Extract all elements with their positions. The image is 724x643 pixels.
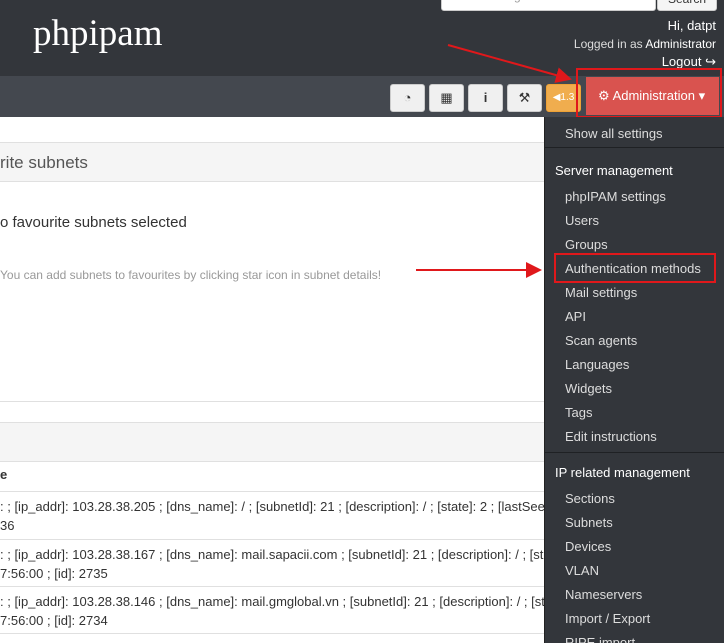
info-icon: i [483, 90, 488, 105]
menu-item-ripe-import[interactable]: RIPE import [565, 635, 635, 643]
user-role: Administrator [645, 37, 716, 51]
row-line: : ; [ip_addr]: 103.28.38.205 ; [dns_name… [0, 499, 545, 514]
menu-item-scan-agents[interactable]: Scan agents [565, 333, 637, 348]
menu-item-languages[interactable]: Languages [565, 357, 629, 372]
section-divider [0, 401, 545, 402]
menu-item-users[interactable]: Users [565, 213, 599, 228]
menu-item-show-all-settings[interactable]: Show all settings [565, 126, 663, 141]
administration-dropdown: Show all settings Server management phpI… [544, 117, 724, 643]
widgets-button[interactable]: ▦ [429, 84, 464, 112]
menu-item-subnets[interactable]: Subnets [565, 515, 613, 530]
menu-header-ip: IP related management [555, 465, 690, 480]
page: phpipam Search string Search Hi, datpt L… [0, 0, 724, 643]
dashboard-icon: ◔ [403, 90, 412, 105]
highlight-authentication-methods [554, 253, 716, 283]
table-row: : ; [ip_addr]: 103.28.38.146 ; [dns_name… [0, 586, 545, 634]
log-column-header: e [0, 467, 8, 482]
menu-item-phpipam-settings[interactable]: phpIPAM settings [565, 189, 666, 204]
row-line: 7:56:00 ; [id]: 2734 [0, 613, 108, 628]
menu-item-widgets[interactable]: Widgets [565, 381, 612, 396]
menu-item-mail-settings[interactable]: Mail settings [565, 285, 637, 300]
row-line: : ; [ip_addr]: 103.28.38.167 ; [dns_name… [0, 547, 544, 562]
logout-label: Logout [661, 54, 702, 69]
logged-in-info: Logged in as Administrator [574, 37, 716, 51]
logged-in-label: Logged in as [573, 37, 643, 51]
log-section-header [0, 422, 545, 462]
menu-item-groups[interactable]: Groups [565, 237, 608, 252]
menu-header-server: Server management [555, 163, 673, 178]
row-line: 7:56:00 ; [id]: 2735 [0, 566, 108, 581]
menu-item-vlan[interactable]: VLAN [565, 563, 599, 578]
table-row: : ; [ip_addr]: 103.28.38.167 ; [dns_name… [0, 539, 545, 586]
favourites-hint: You can add subnets to favourites by cli… [0, 268, 382, 282]
search-button[interactable]: Search [657, 0, 717, 11]
tools-button[interactable]: ⚒ [507, 84, 542, 112]
dashboard-button[interactable]: ◔ [390, 84, 425, 112]
row-line: 36 [0, 518, 15, 533]
favourite-subnets-header: rite subnets [0, 142, 545, 182]
wrench-icon: ⚒ [518, 90, 531, 105]
menu-item-devices[interactable]: Devices [565, 539, 611, 554]
menu-divider [545, 147, 724, 148]
brand-logo[interactable]: phpipam [33, 12, 162, 55]
menu-item-nameservers[interactable]: Nameservers [565, 587, 642, 602]
highlight-administration [576, 68, 722, 118]
menu-item-sections[interactable]: Sections [565, 491, 615, 506]
logout-icon: ↪ [705, 54, 716, 69]
menu-item-tags[interactable]: Tags [565, 405, 592, 420]
search-input[interactable]: Search string [441, 0, 656, 11]
menu-item-api[interactable]: API [565, 309, 586, 324]
no-favourites-message: o favourite subnets selected [0, 214, 187, 231]
menu-item-import-export[interactable]: Import / Export [565, 611, 650, 626]
row-line: : ; [ip_addr]: 103.28.38.146 ; [dns_name… [0, 594, 545, 609]
user-greeting: Hi, datpt [667, 18, 716, 33]
table-row: : ; [ip_addr]: 103.28.38.205 ; [dns_name… [0, 491, 545, 539]
header-bar: phpipam Search string Search Hi, datpt L… [0, 0, 724, 76]
main-content: rite subnets o favourite subnets selecte… [0, 117, 545, 643]
warning-badge: 1.3 [560, 92, 575, 103]
menu-item-edit-instructions[interactable]: Edit instructions [565, 429, 657, 444]
menu-divider [545, 452, 724, 453]
info-button[interactable]: i [468, 84, 503, 112]
grid-icon: ▦ [440, 90, 453, 105]
